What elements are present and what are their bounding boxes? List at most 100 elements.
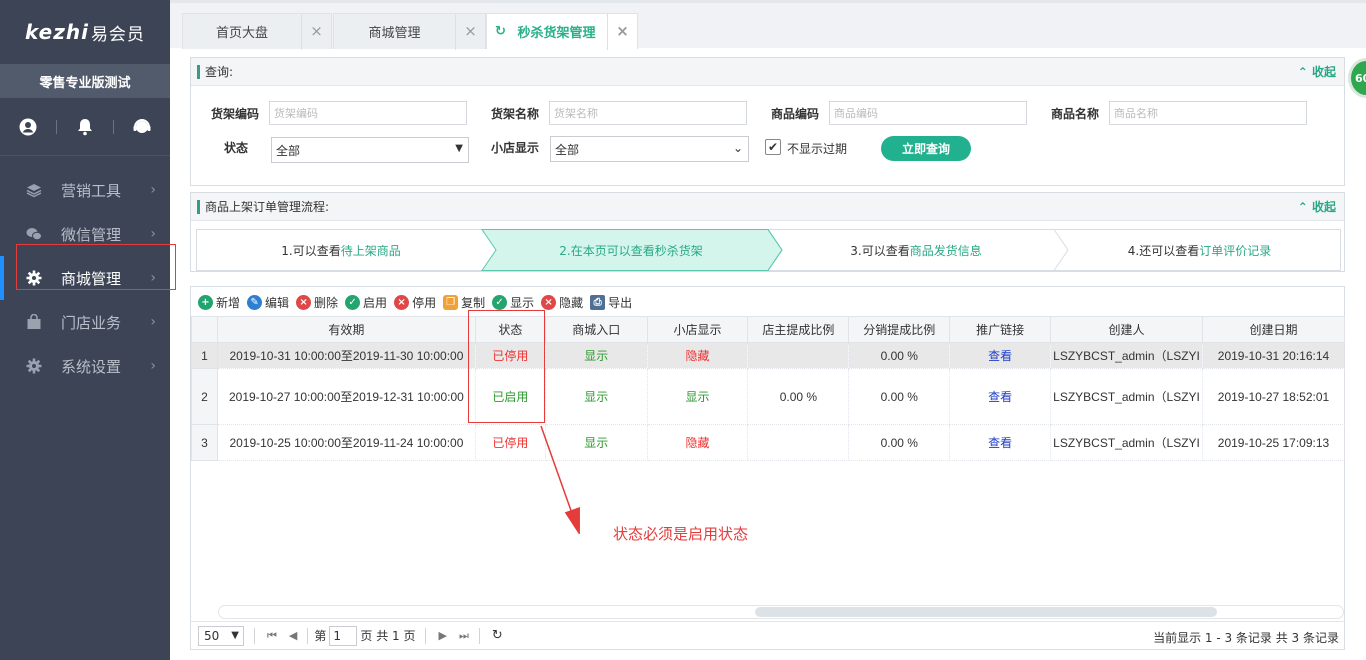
- shelf-table: 有效期 状态 商城入口 小店显示 店主提成比例 分销提成比例 推广链接 创建人 …: [191, 316, 1345, 461]
- table-row[interactable]: 3 2019-10-25 10:00:00至2019-11-24 10:00:0…: [191, 424, 1345, 461]
- step-link[interactable]: 订单评价记录: [1199, 242, 1271, 259]
- dist-rate-cell: 0.00 %: [848, 424, 951, 461]
- horizontal-scrollbar[interactable]: [218, 605, 1344, 619]
- edit-button[interactable]: ✎ 编辑: [247, 294, 289, 311]
- sidebar-item-store-business[interactable]: 门店业务 ›: [0, 300, 170, 344]
- query-collapse-button[interactable]: ⌃ 收起: [1298, 63, 1336, 80]
- step-link[interactable]: 待上架商品: [341, 242, 401, 259]
- next-page-icon[interactable]: ▶: [438, 629, 446, 642]
- divider: [307, 627, 309, 644]
- show-button[interactable]: ✓ 显示: [492, 294, 534, 311]
- refresh-icon[interactable]: ↻: [495, 24, 506, 39]
- flow-collapse-button[interactable]: ⌃ 收起: [1298, 198, 1336, 215]
- owner-rate-cell: 0.00 %: [747, 368, 850, 425]
- flow-steps: 1.可以查看 待上架商品 2.在本页可以查看秒杀货架 3.可以查看 商品发货信息 4…: [196, 229, 1341, 271]
- creator-cell: LSZYBCST_admin（LSZYI: [1050, 368, 1203, 425]
- close-icon[interactable]: ×: [301, 13, 331, 50]
- layers-icon: [26, 184, 42, 198]
- page-number-input[interactable]: 1: [329, 625, 358, 646]
- annotation-text: 状态必须是启用状态: [613, 525, 749, 543]
- last-page-icon[interactable]: ⏭: [459, 629, 469, 643]
- scrollbar-thumb[interactable]: [755, 607, 1217, 617]
- step-link[interactable]: 2.在本页可以查看秒杀货架: [559, 242, 702, 259]
- store-display-select[interactable]: 全部 ⌄: [550, 136, 749, 162]
- sidebar-item-label: 商城管理: [61, 269, 122, 288]
- stop-icon: ×: [394, 294, 410, 310]
- close-icon[interactable]: ×: [455, 13, 485, 50]
- promo-link[interactable]: 查看: [949, 342, 1052, 369]
- product-name-input[interactable]: [1109, 101, 1307, 125]
- progress-badge[interactable]: 60: [1348, 58, 1366, 98]
- period-cell: 2019-10-25 10:00:00至2019-11-24 10:00:00: [216, 424, 476, 461]
- column-header[interactable]: 分销提成比例: [848, 316, 951, 343]
- hide-expired-label: 不显示过期: [787, 142, 848, 156]
- promo-link[interactable]: 查看: [949, 424, 1052, 461]
- divider: [254, 627, 255, 644]
- column-header[interactable]: 状态: [474, 316, 546, 343]
- caret-down-icon: ▼: [455, 143, 463, 154]
- headset-icon[interactable]: [114, 118, 170, 136]
- user-icon[interactable]: [0, 118, 56, 136]
- query-panel: 查询: ⌃ 收起 货架编码 货架名称 商品编码 商品名称 状态 全部 ▼ 小店显…: [190, 57, 1345, 186]
- enable-button[interactable]: ✓ 启用: [345, 294, 387, 311]
- column-header[interactable]: 推广链接: [949, 316, 1052, 343]
- tab-dashboard[interactable]: 首页大盘 ×: [182, 13, 332, 50]
- sidebar-item-wechat[interactable]: 微信管理 ›: [0, 212, 170, 256]
- column-header[interactable]: 创建日期: [1202, 316, 1345, 343]
- sidebar-item-settings[interactable]: 系统设置 ›: [0, 344, 170, 388]
- refresh-icon[interactable]: ↻: [492, 628, 503, 643]
- page-total: 页 共 1 页: [360, 629, 416, 643]
- status-select[interactable]: 全部 ▼: [271, 137, 469, 163]
- tab-flash-sale-shelf[interactable]: ↻ 秒杀货架管理 ×: [486, 13, 638, 50]
- table-row[interactable]: 2 2019-10-27 10:00:00至2019-12-31 10:00:0…: [191, 368, 1345, 425]
- creator-cell: LSZYBCST_admin（LSZYI: [1050, 424, 1203, 461]
- status-cell: 已停用: [474, 342, 546, 369]
- query-submit-button[interactable]: 立即查询: [881, 136, 971, 161]
- status-value: 全部: [276, 143, 301, 158]
- shop-bag-icon: [27, 314, 41, 329]
- status-label: 状态: [224, 141, 249, 155]
- store-name[interactable]: 零售专业版测试: [0, 64, 170, 98]
- tab-mall[interactable]: 商城管理 ×: [333, 13, 486, 50]
- shelf-code-input[interactable]: [269, 101, 467, 125]
- annotation-arrow: [540, 425, 580, 534]
- sidebar-item-marketing[interactable]: 营销工具 ›: [0, 168, 170, 212]
- add-button[interactable]: + 新增: [198, 294, 240, 311]
- disable-button[interactable]: × 停用: [394, 294, 436, 311]
- dist-rate-cell: 0.00 %: [848, 368, 951, 425]
- chevron-right-icon: ›: [150, 358, 156, 374]
- sidebar-item-mall[interactable]: 商城管理 ›: [0, 256, 170, 300]
- query-panel-header: 查询: ⌃ 收起: [191, 58, 1344, 86]
- export-button[interactable]: ⎙ 导出: [590, 294, 632, 311]
- active-indicator: [0, 256, 4, 300]
- column-header[interactable]: 商城入口: [544, 316, 648, 343]
- sidebar-item-label: 营销工具: [61, 181, 122, 200]
- column-header[interactable]: 小店显示: [646, 316, 749, 343]
- delete-label: 删除: [314, 295, 339, 310]
- tab-label: 商城管理: [368, 26, 421, 41]
- caret-down-icon: ▼: [231, 629, 239, 641]
- copy-button[interactable]: ❐ 复制: [443, 294, 485, 311]
- column-header[interactable]: 有效期: [216, 316, 476, 343]
- shelf-name-input[interactable]: [549, 101, 747, 125]
- step-link[interactable]: 商品发货信息: [910, 242, 982, 259]
- mall-entry-cell: 显示: [544, 342, 648, 369]
- delete-button[interactable]: × 删除: [296, 294, 338, 311]
- product-code-input[interactable]: [829, 101, 1027, 125]
- period-cell: 2019-10-31 10:00:00至2019-11-30 10:00:00: [216, 342, 476, 369]
- table-row[interactable]: 1 2019-10-31 10:00:00至2019-11-30 10:00:0…: [191, 342, 1345, 369]
- page-size-select[interactable]: 50 ▼: [198, 625, 244, 646]
- first-page-icon[interactable]: ⏮: [267, 629, 277, 643]
- hide-button[interactable]: × 隐藏: [541, 294, 583, 311]
- promo-link[interactable]: 查看: [949, 368, 1052, 425]
- hide-expired-checkbox[interactable]: ✔: [765, 139, 781, 155]
- bell-icon[interactable]: [57, 118, 113, 136]
- column-header[interactable]: 店主提成比例: [747, 316, 850, 343]
- step-text: 4.还可以查看: [1127, 243, 1200, 258]
- brand-logo: kezhi 易会员: [0, 0, 170, 64]
- prev-page-icon[interactable]: ◀: [289, 629, 297, 642]
- check-icon: ✓: [492, 294, 508, 310]
- column-header[interactable]: 创建人: [1050, 316, 1203, 343]
- page-prefix: 第: [314, 629, 327, 643]
- close-icon[interactable]: ×: [607, 13, 637, 50]
